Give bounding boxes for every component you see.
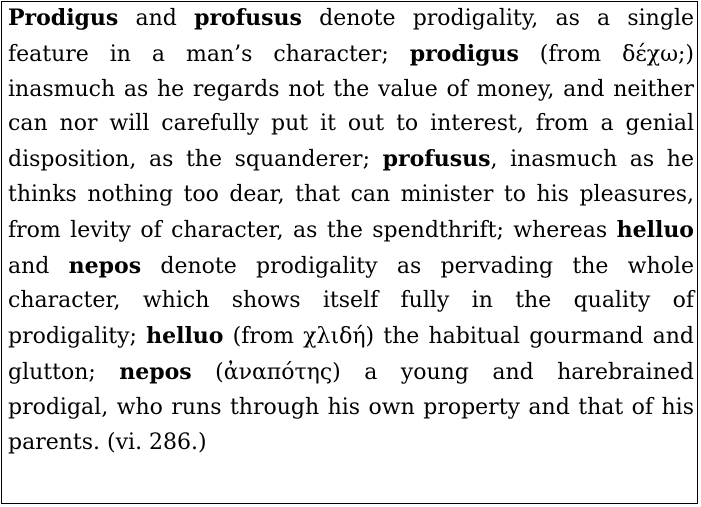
definition-paragraph: Prodigus and profusus denote prodigality… (8, 1, 694, 460)
term-profusus: profusus (194, 5, 302, 31)
text-segment: and (118, 6, 195, 31)
term-prodigus: prodigus (409, 40, 519, 67)
term-nepos: nepos (119, 358, 192, 385)
text-segment: and (8, 253, 69, 279)
term-helluo: helluo (616, 216, 694, 243)
term-nepos: nepos (68, 252, 142, 279)
term-helluo: helluo (146, 323, 224, 350)
term-prodigus: Prodigus (8, 5, 119, 31)
term-profusus: profusus (382, 146, 491, 173)
